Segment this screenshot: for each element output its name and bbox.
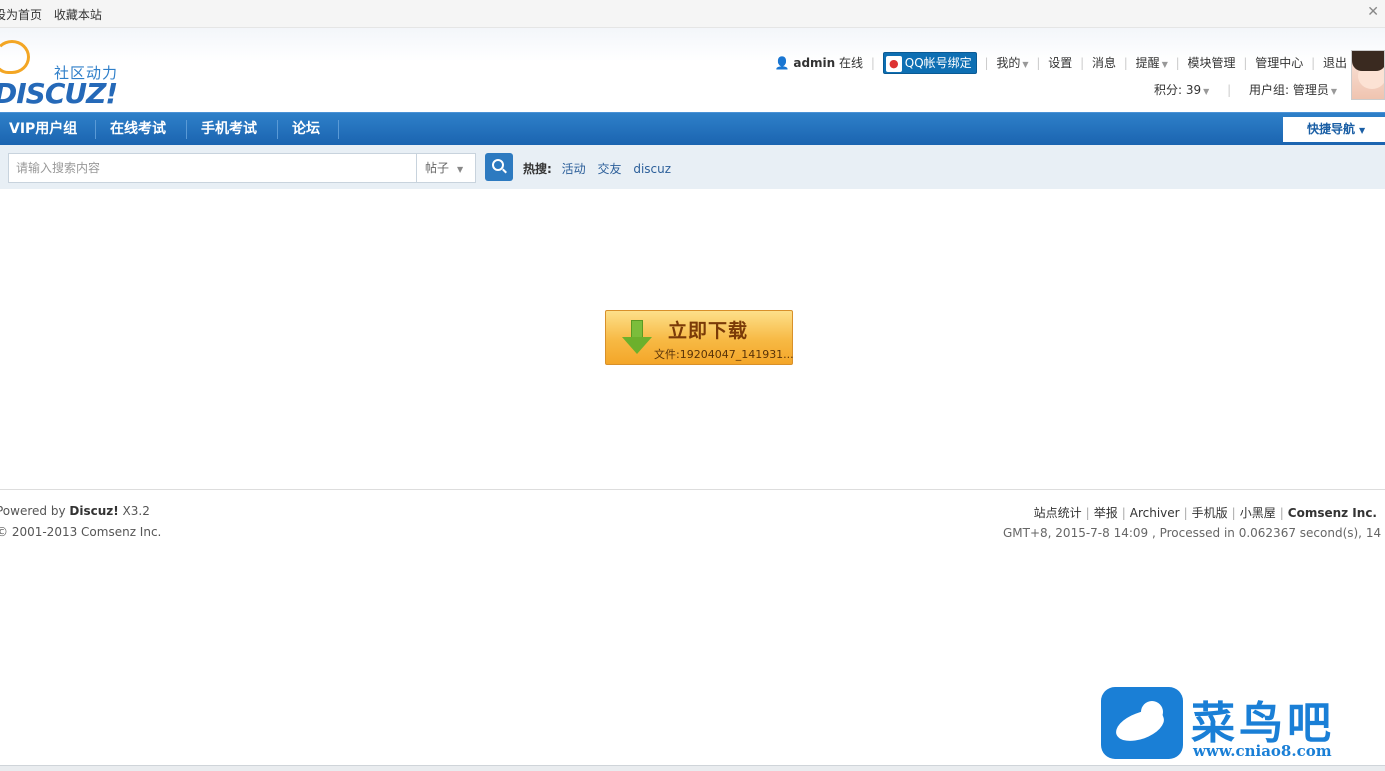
quick-nav-label: 快捷导航 <box>1307 122 1356 136</box>
qq-icon: ● <box>885 55 902 72</box>
set-home-link[interactable]: 设为首页 <box>0 8 42 22</box>
divider: | <box>1085 506 1090 520</box>
header: 社区动力 DISCUZ! 👤 admin 在线 | ● QQ帐号绑定 | 我的 ▼ … <box>0 28 1385 112</box>
main-nav: VIP用户组 在线考试 手机考试 论坛 快捷导航 ▼ <box>0 112 1385 145</box>
my-menu-label: 我的 <box>996 56 1021 71</box>
divider: | <box>1121 506 1126 520</box>
download-file-name: 文件:19204047_141931... <box>654 348 794 361</box>
top-bar: 设为首页 收藏本站 ✕ <box>0 0 1385 28</box>
download-arrow-icon <box>622 320 652 356</box>
divider: | <box>1183 506 1188 520</box>
footer-link-stats[interactable]: 站点统计 <box>1034 506 1082 520</box>
bird-logo-icon <box>1101 687 1183 759</box>
powered-brand-link[interactable]: Discuz! <box>69 504 118 518</box>
top-links: 设为首页 收藏本站 <box>0 6 110 23</box>
hot-term-link[interactable]: 交友 <box>597 162 621 176</box>
logout-link[interactable]: 退出 <box>1323 54 1347 71</box>
messages-link[interactable]: 消息 <box>1092 54 1116 71</box>
avatar-hair <box>1352 51 1384 71</box>
watermark: 菜鸟吧 www.cniao8.com <box>1101 687 1385 763</box>
hot-term-link[interactable]: discuz <box>633 162 671 176</box>
search-type-select[interactable]: 帖子 ▼ <box>416 153 476 183</box>
divider: | <box>1279 506 1284 520</box>
module-manage-link[interactable]: 模块管理 <box>1188 54 1236 71</box>
nav-item-forum[interactable]: 论坛 <box>292 113 320 146</box>
footer-gmt-info: GMT+8, 2015-7-8 14:09 , Processed in 0.0… <box>1003 526 1385 540</box>
close-icon[interactable]: ✕ <box>1367 4 1379 20</box>
download-title: 立即下载 <box>668 320 749 342</box>
search-type-label: 帖子 <box>425 161 450 175</box>
settings-link[interactable]: 设置 <box>1048 54 1072 71</box>
admin-center-link[interactable]: 管理中心 <box>1255 54 1303 71</box>
divider: | <box>1123 55 1128 70</box>
user-menu: 👤 admin 在线 | ● QQ帐号绑定 | 我的 ▼ | 设置 | 消息 | 提… <box>775 52 1347 74</box>
nav-item-online-exam[interactable]: 在线考试 <box>110 113 166 146</box>
chevron-down-icon: ▼ <box>1359 126 1366 135</box>
my-menu[interactable]: 我的 ▼ <box>996 54 1028 71</box>
divider: | <box>1243 55 1248 70</box>
search-input[interactable]: 请输入搜索内容 <box>8 153 417 183</box>
user-stats: 积分: 39 ▼ | 用户组: 管理员 ▼ <box>1154 81 1337 98</box>
avatar[interactable] <box>1351 50 1385 100</box>
online-status: 在线 <box>839 56 864 71</box>
nav-divider <box>186 120 187 139</box>
footer-link-blackroom[interactable]: 小黑屋 <box>1240 506 1276 520</box>
nav-divider <box>338 120 339 139</box>
divider: | <box>1036 55 1041 70</box>
search-bar: 请输入搜索内容 帖子 ▼ 热搜: 活动 交友 discuz <box>0 145 1385 189</box>
logo-en-text: DISCUZ! <box>0 77 118 110</box>
nav-divider <box>95 120 96 139</box>
credits-label: 积分: 39 <box>1153 83 1202 97</box>
powered-version: X3.2 <box>118 504 150 518</box>
reminders-menu[interactable]: 提醒 ▼ <box>1136 54 1168 71</box>
divider: | <box>1175 55 1180 70</box>
download-button[interactable]: 立即下载 文件:19204047_141931... <box>605 310 794 365</box>
footer-link-archiver[interactable]: Archiver <box>1130 506 1180 520</box>
search-button[interactable] <box>485 153 513 181</box>
chevron-down-icon: ▼ <box>1203 87 1210 96</box>
footer-company-link[interactable]: Comsenz Inc. <box>1288 506 1377 520</box>
logo-bubble-icon <box>0 40 30 74</box>
qq-bind-button[interactable]: ● QQ帐号绑定 <box>882 52 977 74</box>
divider: | <box>1231 506 1236 520</box>
chevron-down-icon: ▼ <box>457 165 464 174</box>
hot-search-label: 热搜: <box>523 162 552 176</box>
copyright: © 2001-2013 Comsenz Inc. <box>0 525 162 539</box>
user-group-label: 用户组: 管理员 <box>1248 83 1329 97</box>
powered-by: Powered by Discuz! X3.2 <box>0 504 150 518</box>
divider: | <box>1227 83 1232 97</box>
user-icon: 👤 <box>774 55 790 70</box>
watermark-url: www.cniao8.com <box>1193 742 1332 760</box>
footer-links: 站点统计 | 举报 | Archiver | 手机版 | 小黑屋 | Comsenz Inc. <box>1034 504 1377 521</box>
footer: Powered by Discuz! X3.2 © 2001-2013 Coms… <box>0 489 1385 540</box>
powered-prefix: Powered by <box>0 504 70 518</box>
chevron-down-icon: ▼ <box>1330 87 1337 96</box>
divider: | <box>984 55 989 70</box>
site-logo[interactable]: 社区动力 DISCUZ! <box>0 36 129 110</box>
nav-divider <box>277 120 278 139</box>
username-link[interactable]: admin <box>793 56 835 70</box>
credits-menu[interactable]: 积分: 39 ▼ <box>1154 83 1209 97</box>
hot-term-link[interactable]: 活动 <box>562 162 586 176</box>
bookmark-link[interactable]: 收藏本站 <box>54 8 102 22</box>
hot-search: 热搜: 活动 交友 discuz <box>523 160 679 177</box>
footer-link-mobile[interactable]: 手机版 <box>1192 506 1228 520</box>
divider: | <box>1080 55 1085 70</box>
divider: | <box>870 55 875 70</box>
qq-bind-label: QQ帐号绑定 <box>904 56 972 70</box>
divider: | <box>1311 55 1316 70</box>
quick-nav-button[interactable]: 快捷导航 ▼ <box>1283 117 1385 142</box>
nav-item-vip[interactable]: VIP用户组 <box>9 113 77 146</box>
bottom-bar <box>0 765 1385 771</box>
search-icon-handle <box>502 168 507 174</box>
reminders-label: 提醒 <box>1135 56 1160 71</box>
chevron-down-icon: ▼ <box>1161 60 1168 70</box>
footer-link-report[interactable]: 举报 <box>1094 506 1118 520</box>
user-group-menu[interactable]: 用户组: 管理员 ▼ <box>1249 83 1337 97</box>
nav-item-mobile-exam[interactable]: 手机考试 <box>201 113 257 146</box>
chevron-down-icon: ▼ <box>1022 60 1029 70</box>
